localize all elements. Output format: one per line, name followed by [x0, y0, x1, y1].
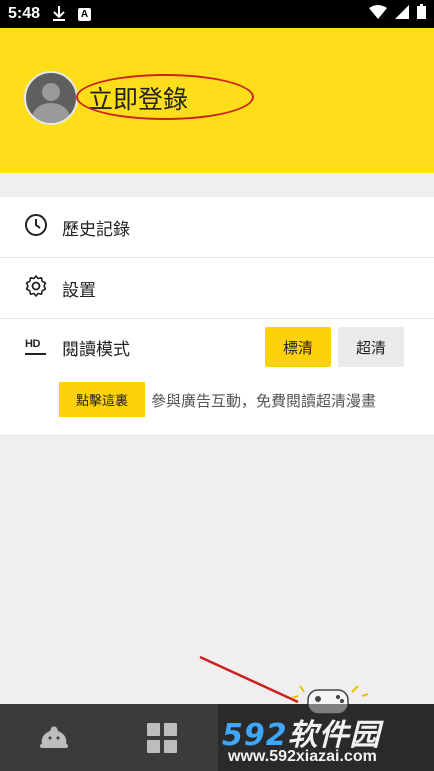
a-icon: A — [78, 7, 92, 21]
mode-standard-button[interactable]: 標清 — [265, 327, 331, 367]
menu-item-history[interactable]: 歷史記錄 — [0, 197, 434, 257]
promo-text: 參與廣告互動，免費閱讀超清漫畫 — [151, 392, 377, 410]
watermark: 592软件园 www.592xiazai.com — [218, 704, 434, 771]
home-icon — [38, 723, 70, 753]
download-icon — [52, 5, 66, 24]
nav-categories[interactable] — [126, 704, 198, 771]
history-label: 歷史記錄 — [62, 219, 130, 240]
menu-card: 歷史記錄 設置 HD 閱讀模式 標清 超清 點擊這裏 參與廣告互動，免費閱讀超清… — [0, 197, 434, 435]
category-grid-icon — [147, 722, 177, 753]
mode-hd-button[interactable]: 超清 — [338, 327, 404, 367]
status-time: 5:48 — [8, 5, 41, 22]
signal-icon — [395, 4, 409, 24]
watermark-url: www.592xiazai.com — [228, 748, 377, 765]
avatar[interactable] — [24, 71, 78, 125]
reading-mode-label: 閱讀模式 — [62, 339, 130, 360]
settings-label: 設置 — [62, 280, 96, 301]
profile-header: 立即登錄 — [0, 28, 434, 173]
annotation-ellipse — [76, 74, 254, 120]
clock-icon — [24, 213, 48, 241]
battery-icon — [417, 4, 426, 24]
nav-home[interactable] — [18, 704, 90, 771]
click-here-button[interactable]: 點擊這裏 — [59, 382, 145, 417]
wifi-icon — [369, 4, 387, 24]
hd-icon: HD — [24, 337, 48, 357]
menu-item-settings[interactable]: 設置 — [0, 258, 434, 318]
gear-icon — [24, 274, 48, 302]
status-bar: 5:48 A — [0, 0, 434, 28]
divider — [0, 435, 434, 436]
